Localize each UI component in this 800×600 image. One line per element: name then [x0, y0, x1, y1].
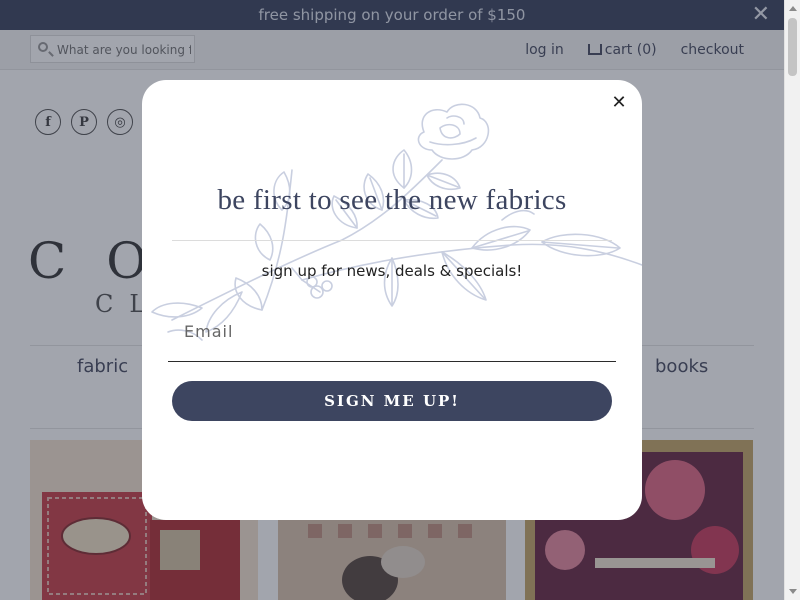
sign-up-button[interactable]: SIGN ME UP! — [172, 381, 612, 421]
modal-title: be first to see the new fabrics — [217, 184, 567, 216]
scroll-thumb[interactable] — [788, 18, 797, 76]
newsletter-modal: ✕ be first to see the new fabrics sign u… — [142, 80, 642, 520]
modal-close-icon[interactable]: ✕ — [608, 92, 630, 114]
page-scrollbar[interactable] — [784, 0, 800, 600]
scroll-down-icon[interactable] — [789, 589, 797, 594]
modal-title-divider — [172, 240, 612, 241]
floral-illustration — [151, 103, 642, 341]
modal-subtitle: sign up for news, deals & specials! — [261, 262, 523, 280]
email-field[interactable] — [168, 302, 616, 362]
scroll-up-icon[interactable] — [789, 6, 797, 11]
